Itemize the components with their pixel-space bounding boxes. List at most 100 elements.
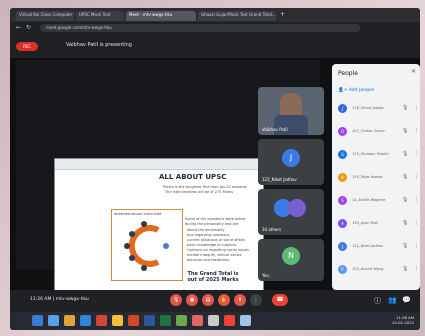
powerpoint-icon[interactable]: [128, 315, 139, 326]
more-options-button[interactable]: ⋮: [250, 294, 262, 306]
more-options-icon[interactable]: ⋮: [414, 151, 419, 157]
chrome-icon[interactable]: [112, 315, 123, 326]
meeting-controls-bar: 11:26 AM | mtv-wwgx-hku 🎙 ▣ ▤ ✋ ⬆ ⋮ ☎ ⓘ …: [10, 290, 420, 312]
person-figure: [274, 115, 308, 135]
mic-toggle-button[interactable]: 🎙: [170, 294, 182, 306]
avatar: J: [338, 242, 347, 251]
browser-tab-bar: Virtual Kei Class Computer Science... UP…: [10, 8, 420, 22]
app-icon[interactable]: [224, 315, 235, 326]
browser-tab[interactable]: Virtual Kei Class Computer Science...: [16, 11, 74, 21]
participant-row[interactable]: A 119_Tejas Avekar 🎙 ⋮: [336, 171, 419, 185]
mic-off-icon[interactable]: 🎙: [402, 105, 408, 111]
more-options-icon[interactable]: ⋮: [414, 197, 419, 203]
slide-text: mental integrity, ethical values: [187, 253, 242, 257]
excel-icon[interactable]: [160, 315, 171, 326]
video-tile-presenter[interactable]: Vaibhav Patil: [258, 87, 324, 135]
app-icon[interactable]: [240, 315, 251, 326]
app-icon[interactable]: [192, 315, 203, 326]
search-icon[interactable]: [48, 315, 59, 326]
more-options-icon[interactable]: ⋮: [414, 243, 419, 249]
taskbar-clock[interactable]: 11:26 AM 10-02-2022: [392, 315, 414, 325]
participant-name: 12_Ashifa Waghire: [352, 198, 386, 202]
video-tile-others[interactable]: 34 others: [258, 189, 324, 235]
slide-text: about the personality: [187, 228, 225, 232]
more-options-icon[interactable]: ⋮: [414, 266, 419, 272]
avatar: P: [338, 265, 347, 274]
people-panel: People ✕ 👤+ Add people J 118_Shivaj Jade…: [332, 64, 420, 290]
tile-name: Vaibhav Patil: [262, 127, 288, 132]
video-tile[interactable]: J 122_Niket Jadhav: [258, 139, 324, 185]
slide-text: during the personality test are: [185, 222, 239, 226]
close-icon[interactable]: ✕: [411, 68, 416, 75]
avatar: J: [338, 104, 347, 113]
participant-row[interactable]: J 118_Shivaj Jadeja 🎙 ⋮: [336, 102, 419, 116]
edge-icon[interactable]: [80, 315, 91, 326]
participant-row[interactable]: S 12_Ashifa Waghire 🎙 ⋮: [336, 194, 419, 208]
slide-text: behavior and leadership: [187, 258, 230, 262]
reload-icon[interactable]: ↻: [26, 24, 31, 31]
participant-row[interactable]: O 107_Omkar Gurav 🎙 ⋮: [336, 125, 419, 139]
mic-off-icon[interactable]: 🎙: [402, 243, 408, 249]
participant-name: 103_Anand Wang: [352, 267, 384, 271]
participant-row[interactable]: J 122_Niket Jadhav 🎙 ⋮: [336, 240, 419, 254]
captions-button[interactable]: ▤: [202, 294, 214, 306]
start-icon[interactable]: [32, 315, 43, 326]
more-options-icon[interactable]: ⋮: [414, 128, 419, 134]
slide-title: ALL ABOUT UPSC: [159, 173, 227, 181]
slide-text: Some of the questions were asked: [185, 217, 246, 221]
participant-name: 133_Ayan Mali: [352, 221, 378, 225]
more-options-icon[interactable]: ⋮: [414, 220, 419, 226]
browser-tab-active[interactable]: Meet - mtv-wwgx-hku: [126, 11, 196, 21]
recording-badge: REC: [16, 42, 38, 51]
participant-row[interactable]: S 119_Shubam Shaikh 🎙 ⋮: [336, 148, 419, 162]
avatar: O: [338, 127, 347, 136]
mic-off-icon[interactable]: 🎙: [402, 220, 408, 226]
slide-text: The Interview/test will be of 275 Marks: [165, 190, 234, 194]
url-field[interactable]: meet.google.com/mtv-wwgx-hku: [40, 24, 360, 32]
slide-text: basic knowledge of subjects: [187, 243, 237, 247]
add-person-icon: 👤+: [338, 88, 349, 93]
mic-off-icon[interactable]: 🎙: [402, 151, 408, 157]
browser-tab[interactable]: Ghazal Gujar/Mock Test Grand Total...: [198, 11, 276, 21]
participant-row[interactable]: P 103_Anand Wang 🎙 ⋮: [336, 263, 419, 277]
info-icon[interactable]: ⓘ: [374, 296, 381, 306]
more-options-icon[interactable]: ⋮: [414, 105, 419, 111]
mic-off-icon[interactable]: 🎙: [402, 197, 408, 203]
avatar: S: [338, 150, 347, 159]
word-icon[interactable]: [144, 315, 155, 326]
mic-off-icon[interactable]: 🎙: [402, 128, 408, 134]
participant-name: 119_Shubam Shaikh: [352, 152, 389, 156]
tile-name: 122_Niket Jadhav: [262, 177, 297, 182]
avatar: J: [282, 149, 300, 167]
mic-off-icon[interactable]: 🎙: [402, 174, 408, 180]
mic-off-icon[interactable]: 🎙: [402, 266, 408, 272]
app-icon[interactable]: [208, 315, 219, 326]
add-people-button[interactable]: 👤+ Add people: [338, 88, 374, 93]
raise-hand-button[interactable]: ✋: [218, 294, 230, 306]
browser-tab[interactable]: UPSC Mock Test: [76, 11, 124, 21]
camera-toggle-button[interactable]: ▣: [186, 294, 198, 306]
participant-row[interactable]: A 133_Ayan Mali 🎙 ⋮: [336, 217, 419, 231]
app-icon[interactable]: [176, 315, 187, 326]
avatar: N: [282, 247, 300, 265]
present-button[interactable]: ⬆: [234, 294, 246, 306]
file-explorer-icon[interactable]: [64, 315, 75, 326]
new-tab-icon[interactable]: +: [280, 11, 285, 18]
tile-name: You: [262, 273, 269, 278]
more-options-icon[interactable]: ⋮: [414, 174, 419, 180]
clock-date: 10-02-2022: [391, 320, 414, 325]
end-call-button[interactable]: ☎: [272, 294, 288, 306]
app-icon[interactable]: [96, 315, 107, 326]
tile-name: 34 others: [262, 227, 282, 232]
participant-name: 118_Shivaj Jadeja: [352, 106, 384, 110]
chat-icon[interactable]: 💬: [402, 296, 411, 304]
meeting-time: 11:26 AM | mtv-wwgx-hku: [30, 297, 89, 302]
avatar: S: [338, 196, 347, 205]
back-icon[interactable]: ←: [16, 24, 21, 31]
video-tile-self[interactable]: N You: [258, 239, 324, 281]
people-icon[interactable]: 👥: [388, 296, 397, 304]
powerpoint-ribbon: [55, 159, 263, 170]
slide-text: Opinions on regarding social issues: [187, 248, 249, 252]
avatar: [288, 199, 306, 217]
avatar: A: [338, 219, 347, 228]
